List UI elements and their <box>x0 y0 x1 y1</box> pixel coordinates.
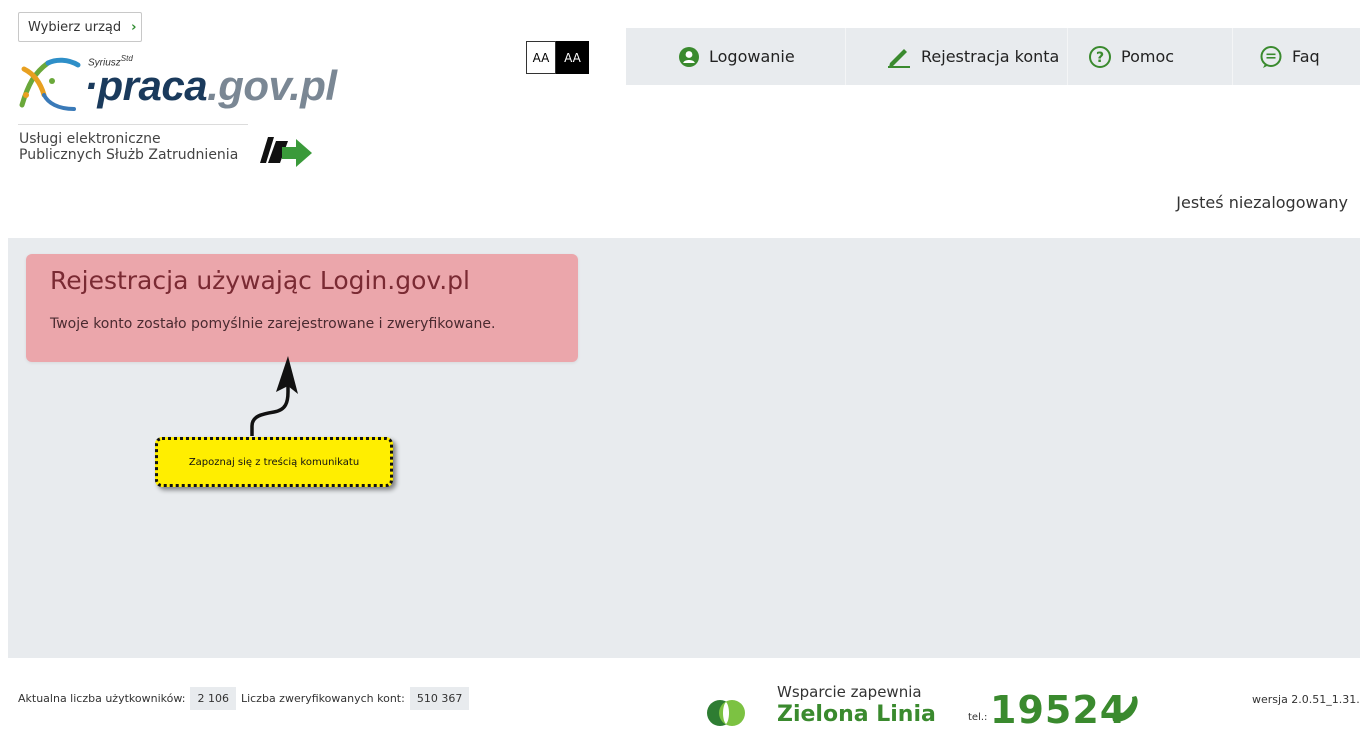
hint-callout: Zapoznaj się z treścią komunikatu <box>155 437 393 487</box>
praca-gov-logo[interactable]: ·praca.gov.pl <box>84 62 337 110</box>
select-office-button[interactable]: Wybierz urząd › <box>18 12 142 42</box>
nav-register-label: Rejestracja konta <box>921 47 1060 66</box>
login-status: Jesteś niezalogowany <box>1176 193 1348 212</box>
annotation-arrow-icon <box>250 356 298 436</box>
phone-number[interactable]: 19524 <box>990 688 1127 732</box>
chevron-right-icon: › <box>131 19 137 35</box>
tel-label: tel.: <box>968 712 988 723</box>
logo-divider <box>18 124 248 125</box>
nav-help[interactable]: ? Pomoc <box>1068 28 1233 85</box>
users-count-value: 2 106 <box>190 687 236 710</box>
user-icon <box>679 46 699 67</box>
footer-stats: Aktualna liczba użytkowników: 2 106 Licz… <box>18 687 474 710</box>
logo-brand: praca <box>97 62 208 109</box>
logo-domain: .gov.pl <box>207 62 337 109</box>
support-name[interactable]: Zielona Linia <box>777 702 936 727</box>
top-navigation: Logowanie Rejestracja konta ? Pomoc Faq <box>626 28 1360 85</box>
phone-icon <box>1112 696 1138 722</box>
normal-contrast-button[interactable]: AA <box>526 41 556 74</box>
services-line-2: Publicznych Służb Zatrudnienia <box>19 147 239 163</box>
praca-logo-figure-icon <box>19 57 81 111</box>
nav-faq-label: Faq <box>1292 47 1320 66</box>
alert-message: Twoje konto zostało pomyślnie zarejestro… <box>50 316 496 332</box>
version-info: wersja 2.0.51_1.31.3 <box>1252 693 1360 706</box>
chat-icon <box>1260 45 1282 68</box>
users-count-label: Aktualna liczba użytkowników: <box>18 692 186 705</box>
registration-alert: Rejestracja używając Login.gov.pl Twoje … <box>26 254 578 362</box>
psz-logo-icon <box>260 137 312 167</box>
nav-login-label: Logowanie <box>709 47 795 66</box>
nav-help-label: Pomoc <box>1121 47 1175 66</box>
verified-count-label: Liczba zweryfikowanych kont: <box>240 692 405 705</box>
svg-text:?: ? <box>1096 50 1104 66</box>
pencil-icon <box>888 48 910 68</box>
support-label: Wsparcie zapewnia <box>777 683 922 701</box>
select-office-label: Wybierz urząd <box>28 19 122 35</box>
zielona-linia-logo-icon <box>707 700 745 726</box>
contrast-switcher: AA AA <box>526 41 589 74</box>
verified-count-value: 510 367 <box>409 687 470 710</box>
nav-faq[interactable]: Faq <box>1233 28 1360 85</box>
alert-title: Rejestracja używając Login.gov.pl <box>50 266 470 295</box>
nav-login[interactable]: Logowanie <box>626 28 846 85</box>
nav-register[interactable]: Rejestracja konta <box>846 28 1068 85</box>
services-line-1: Usługi elektroniczne <box>19 131 161 147</box>
high-contrast-button[interactable]: AA <box>556 41 589 74</box>
help-icon: ? <box>1089 45 1111 68</box>
services-label: Usługi elektroniczne Publicznych Służb Z… <box>19 131 238 163</box>
